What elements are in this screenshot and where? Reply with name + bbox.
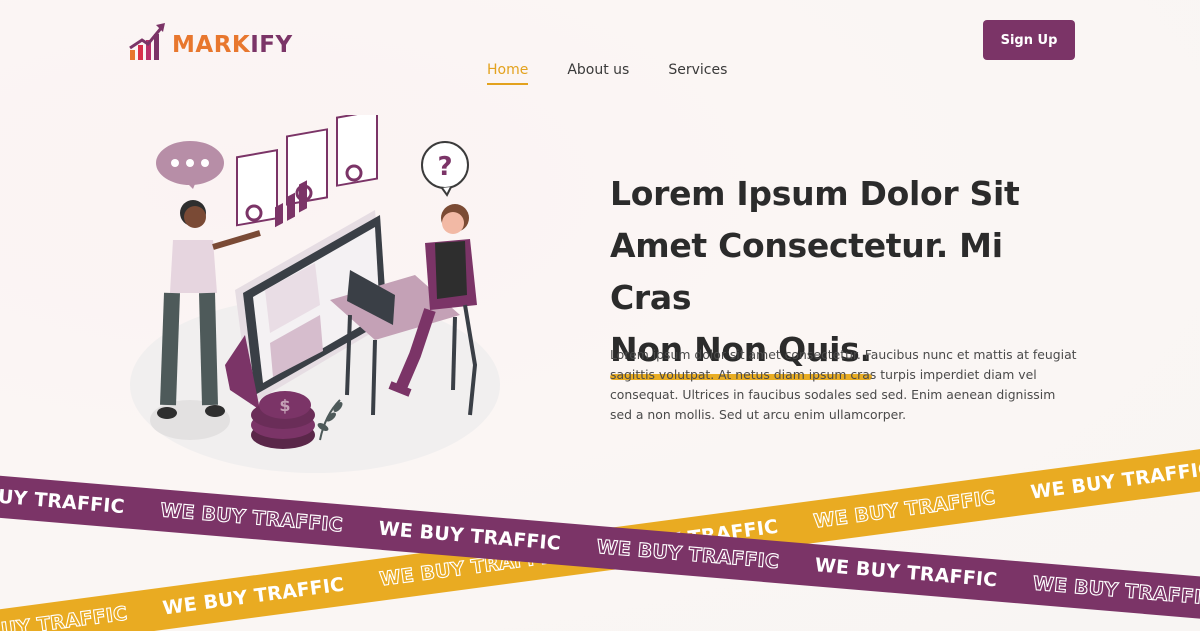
ribbon-text: WE BUY TRAFFIC <box>1032 572 1200 610</box>
hero-title-line2: Amet Consectetur. Mi Cras <box>610 226 1003 317</box>
ribbon-text: WE BUY TRAFFIC <box>0 602 129 631</box>
ribbon-text: WE BUY TRAFFIC <box>1029 457 1200 504</box>
brand-name-part1: MARK <box>172 32 251 58</box>
hero-illustration: ? $ <box>125 109 515 475</box>
brand-name-part2: IFY <box>250 32 293 58</box>
main-nav: Home About us Services <box>487 62 727 85</box>
ribbon-text: WE BUY TRAFFIC <box>595 535 780 574</box>
nav-item-about-us[interactable]: About us <box>567 62 629 85</box>
ribbon-text: WE BUY TRAFFIC <box>813 554 999 592</box>
ribbon-text: WE BUY TRAFFIC <box>161 573 346 620</box>
ribbon-text: WE BUY TRAFFIC <box>0 481 126 519</box>
hero-title-line1: Lorem Ipsum Dolor Sit <box>610 174 1020 213</box>
ribbon-text: WE BUY TRAFFIC <box>159 499 344 537</box>
question-mark-icon: ? <box>421 141 469 197</box>
ellipsis-bubble-icon <box>156 141 224 189</box>
brand-logo[interactable]: MARKIFY <box>128 20 293 62</box>
svg-text:$: $ <box>279 396 290 415</box>
bar-chart-arrow-icon <box>128 20 168 62</box>
nav-item-home[interactable]: Home <box>487 62 529 85</box>
ribbon-text: WE BUY TRAFFIC <box>377 517 562 555</box>
ribbon-text: WE BUY TRAFFIC <box>812 486 997 533</box>
nav-item-services[interactable]: Services <box>668 62 727 85</box>
svg-text:?: ? <box>437 152 452 182</box>
hero-description: Lorem ipsum dolor sit amet consectetur. … <box>610 347 1077 422</box>
brand-name: MARKIFY <box>172 32 293 58</box>
sign-up-button[interactable]: Sign Up <box>983 20 1075 60</box>
